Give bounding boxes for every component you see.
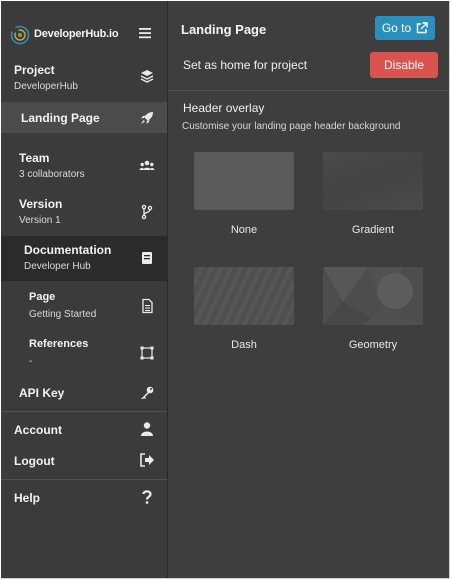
overlay-option-label: Dash	[231, 339, 257, 351]
app-frame: DeveloperHub.io Project DeveloperHub Lan…	[1, 1, 450, 579]
sidebar: DeveloperHub.io Project DeveloperHub Lan…	[1, 1, 168, 578]
sign-out-icon	[140, 453, 154, 467]
file-icon	[142, 298, 153, 314]
brand-name: DeveloperHub.io	[34, 28, 119, 40]
overlay-option-none[interactable]	[194, 152, 294, 212]
sidebar-item-account[interactable]: Account	[1, 417, 167, 443]
external-link-icon	[416, 22, 428, 34]
sidebar-item-api-key[interactable]: API Key	[1, 380, 167, 406]
sidebar-item-project[interactable]: Project DeveloperHub	[1, 59, 167, 97]
sidebar-item-sub: -	[29, 356, 33, 367]
sidebar-item-label: Version	[19, 197, 63, 211]
disable-button[interactable]: Disable	[370, 52, 438, 78]
rocket-icon	[141, 112, 153, 124]
header-overlay-title: Header overlay	[183, 101, 265, 115]
question-icon	[142, 490, 152, 504]
sidebar-item-sub: DeveloperHub	[14, 81, 78, 92]
object-group-icon	[140, 346, 154, 360]
sidebar-item-label: Team	[19, 151, 50, 165]
overlay-option-label: Geometry	[348, 339, 398, 351]
sidebar-item-help[interactable]: Help	[1, 485, 167, 511]
overlay-option-dash[interactable]	[194, 267, 294, 327]
overlay-option-gradient[interactable]	[323, 152, 423, 212]
overlay-thumb-gradient	[323, 152, 423, 210]
sidebar-item-page[interactable]: Page Getting Started	[1, 287, 167, 325]
overlay-option-label: Gradient	[351, 224, 395, 236]
overlay-thumb-none	[194, 152, 294, 210]
sidebar-divider	[1, 411, 167, 412]
go-to-button[interactable]: Go to	[375, 16, 435, 40]
overlay-thumb-geometry	[323, 267, 423, 325]
section-divider	[168, 90, 449, 91]
overlay-option-geometry[interactable]	[323, 267, 423, 327]
user-icon	[141, 422, 153, 436]
sidebar-item-team[interactable]: Team 3 collaborators	[1, 147, 167, 185]
sidebar-item-landing-page[interactable]: Landing Page	[1, 102, 167, 133]
sidebar-item-label: Account	[14, 423, 62, 437]
layers-icon	[140, 70, 154, 83]
sidebar-item-label: Documentation	[24, 243, 112, 257]
key-icon	[141, 386, 154, 399]
logo-icon	[10, 25, 30, 45]
sidebar-item-logout[interactable]: Logout	[1, 448, 167, 474]
hamburger-menu-icon[interactable]	[138, 26, 152, 40]
sidebar-item-label: Page	[29, 291, 56, 303]
git-branch-icon	[141, 204, 153, 220]
users-icon	[139, 160, 155, 170]
page-title: Landing Page	[181, 22, 267, 37]
sidebar-item-label: Project	[14, 63, 55, 77]
sidebar-item-references[interactable]: References -	[1, 334, 167, 372]
go-to-label: Go to	[381, 21, 412, 35]
sidebar-item-sub: Version 1	[19, 215, 61, 226]
sidebar-item-label: Landing Page	[21, 111, 100, 125]
sidebar-item-label: API Key	[19, 386, 65, 400]
sidebar-divider	[1, 479, 167, 480]
home-setting-label: Set as home for project	[183, 58, 308, 72]
book-icon	[142, 252, 152, 264]
main-panel: Landing Page Go to Set as home for proje…	[168, 1, 449, 578]
sidebar-item-label: Logout	[14, 454, 55, 468]
sidebar-item-label: Help	[14, 491, 41, 505]
sidebar-item-sub: 3 collaborators	[19, 169, 85, 180]
header-overlay-description: Customise your landing page header backg…	[182, 121, 401, 132]
sidebar-item-sub: Developer Hub	[24, 261, 91, 272]
sidebar-item-sub: Getting Started	[29, 309, 97, 320]
sidebar-item-version[interactable]: Version Version 1	[1, 193, 167, 231]
overlay-option-label: None	[230, 224, 258, 236]
sidebar-item-documentation[interactable]: Documentation Developer Hub	[1, 236, 167, 281]
sidebar-item-label: References	[29, 338, 89, 350]
overlay-thumb-dash	[194, 267, 294, 325]
